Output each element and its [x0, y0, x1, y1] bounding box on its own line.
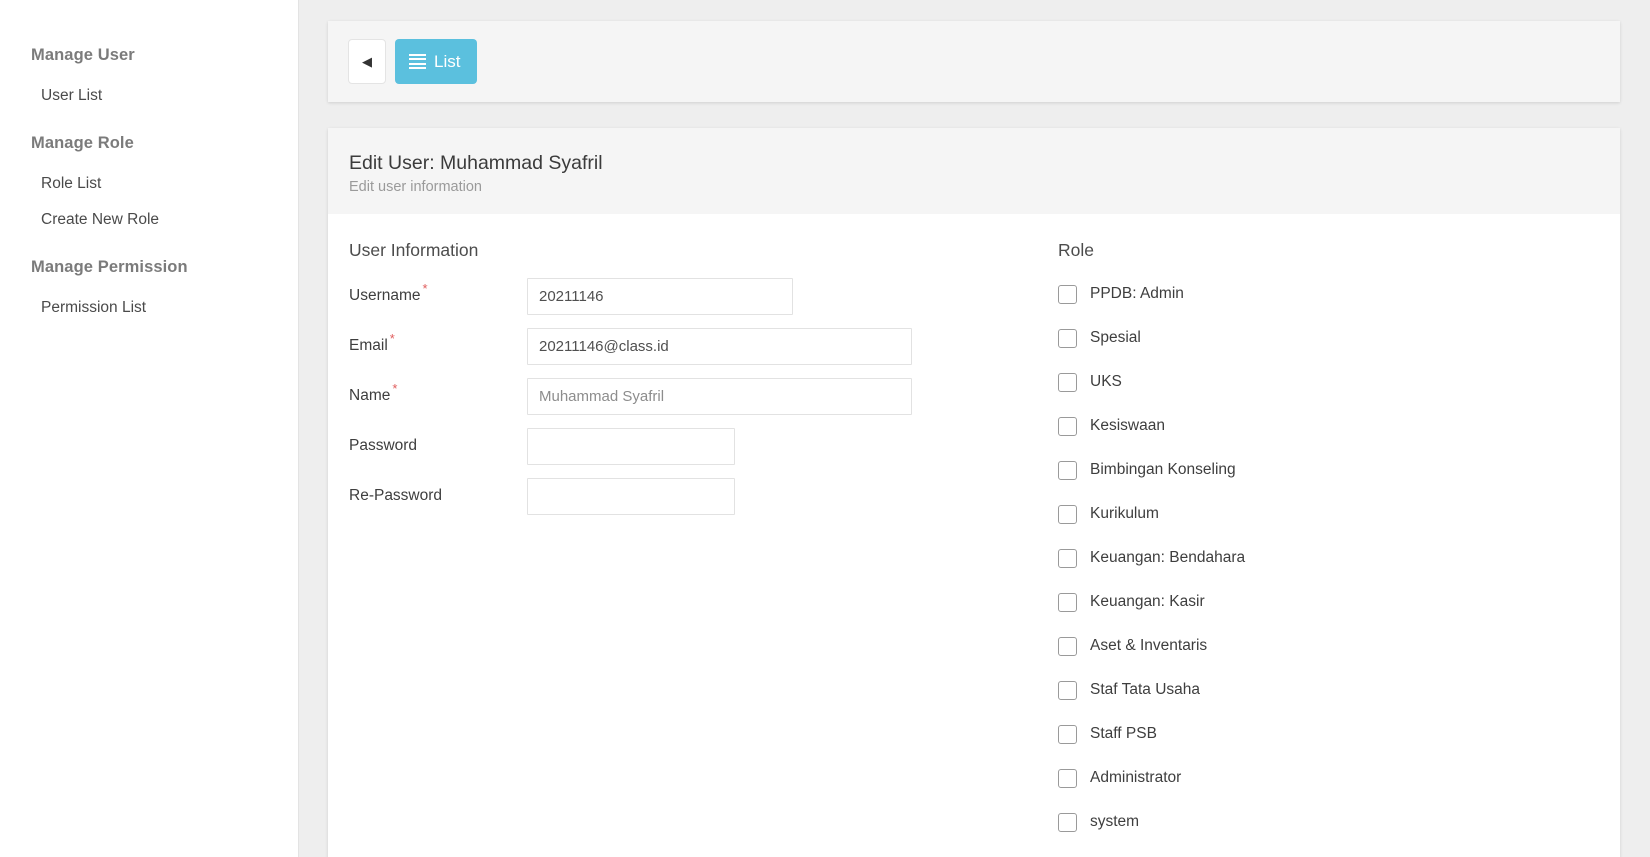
sidebar-item-user-list[interactable]: User List [0, 78, 298, 114]
role-checkbox[interactable] [1058, 725, 1077, 745]
main-content: ◀ List Edit User: Muhammad Syafril Edit … [299, 0, 1650, 857]
field-label: Name * [349, 382, 527, 406]
required-asterisk: * [422, 280, 428, 296]
role-item[interactable]: UKS [1058, 361, 1598, 405]
form-row: Username * [349, 277, 1055, 315]
card-body: User Information Username*Email*Name*Pas… [328, 213, 1620, 857]
edit-user-card: Edit User: Muhammad Syafril Edit user in… [328, 128, 1620, 857]
role-checkbox[interactable] [1058, 417, 1077, 437]
role-label: system [1090, 813, 1140, 831]
role-label: Aset & Inventaris [1090, 637, 1208, 655]
user-information-heading: User Information [349, 239, 479, 260]
field-label: Re-Password [349, 487, 527, 506]
role-item[interactable]: Keuangan: Bendahara [1058, 537, 1598, 581]
role-label: Keuangan: Bendahara [1090, 549, 1246, 567]
list-icon [409, 54, 426, 69]
sidebar-item-permission-list[interactable]: Permission List [0, 290, 298, 326]
page-title: Edit User: Muhammad Syafril [349, 152, 603, 174]
required-asterisk: * [392, 380, 398, 396]
role-item[interactable]: Staf Tata Usaha [1058, 669, 1598, 713]
toolbar-card: ◀ List [328, 21, 1620, 102]
role-heading: Role [1058, 239, 1094, 260]
password-input[interactable] [527, 427, 735, 465]
role-item[interactable]: Kurikulum [1058, 493, 1598, 537]
role-checkbox[interactable] [1058, 285, 1077, 305]
sidebar-group-title: Manage Permission [31, 258, 188, 276]
card-header: Edit User: Muhammad Syafril Edit user in… [328, 128, 1620, 214]
role-item[interactable]: Administrator [1058, 757, 1598, 801]
page-subtitle: Edit user information [349, 179, 482, 196]
role-item[interactable]: Kesiswaan [1058, 405, 1598, 449]
back-triangle-icon: ◀ [362, 53, 372, 69]
role-checkbox[interactable] [1058, 681, 1077, 701]
list-button[interactable]: List [395, 39, 478, 84]
field-label: Password [349, 437, 527, 456]
email-input[interactable] [527, 327, 912, 365]
role-label: Administrator [1090, 769, 1182, 787]
role-item[interactable]: Keuangan: Kasir [1058, 581, 1598, 625]
sidebar-item-role-list[interactable]: Role List [0, 166, 298, 202]
form-row: Email * [349, 327, 1055, 365]
role-label: Kesiswaan [1090, 417, 1165, 435]
role-label: UKS [1090, 373, 1122, 391]
role-label: Bimbingan Konseling [1090, 461, 1236, 479]
form-row: Re-Password [349, 477, 1055, 515]
field-label-text: Re-Password [349, 486, 443, 504]
sidebar-group-title: Manage Role [31, 134, 134, 152]
role-section: Role PPDB: Admin Spesial UKS Kesiswaan Bimbi… [1055, 240, 1598, 845]
list-button-label: List [434, 51, 461, 71]
role-label: Kurikulum [1090, 505, 1159, 523]
role-item[interactable]: Staff PSB [1058, 713, 1598, 757]
role-label: Staff PSB [1090, 725, 1157, 743]
field-label: Email * [349, 332, 527, 356]
role-checkbox[interactable] [1058, 769, 1077, 789]
user-form: Username*Email*Name*PasswordRe-Password [349, 277, 1055, 515]
role-checkbox[interactable] [1058, 549, 1077, 569]
role-item[interactable]: Bimbingan Konseling [1058, 449, 1598, 493]
role-label: Staf Tata Usaha [1090, 681, 1201, 699]
user-information-section: User Information Username*Email*Name*Pas… [349, 240, 1055, 528]
role-label: Keuangan: Kasir [1090, 593, 1205, 611]
sidebar: Manage User User List Manage Role Role List… [0, 0, 299, 857]
role-checkbox[interactable] [1058, 505, 1077, 525]
sidebar-item-create-new-role[interactable]: Create New Role [0, 202, 298, 238]
field-label-text: Name [349, 386, 391, 404]
role-checkbox-list: PPDB: Admin Spesial UKS Kesiswaan Bimbingan … [1058, 273, 1598, 845]
field-label: Username * [349, 282, 527, 306]
name-input[interactable] [527, 377, 912, 415]
field-label-text: Email [349, 336, 388, 354]
required-asterisk: * [389, 330, 395, 346]
sidebar-nav: Manage User User List Manage Role Role List… [0, 38, 298, 326]
role-label: Spesial [1090, 329, 1141, 347]
field-label-text: Username [349, 286, 421, 304]
back-button[interactable]: ◀ [348, 39, 386, 84]
username-input[interactable] [527, 277, 793, 315]
form-row: Name * [349, 377, 1055, 415]
role-checkbox[interactable] [1058, 373, 1077, 393]
role-checkbox[interactable] [1058, 329, 1077, 349]
field-label-text: Password [349, 436, 418, 454]
sidebar-group-title: Manage User [31, 46, 135, 64]
app-root: Manage User User List Manage Role Role List… [0, 0, 1650, 857]
role-checkbox[interactable] [1058, 461, 1077, 481]
role-item[interactable]: PPDB: Admin [1058, 273, 1598, 317]
re-password-input[interactable] [527, 477, 735, 515]
role-checkbox[interactable] [1058, 637, 1077, 657]
role-item[interactable]: Aset & Inventaris [1058, 625, 1598, 669]
role-checkbox[interactable] [1058, 813, 1077, 833]
role-checkbox[interactable] [1058, 593, 1077, 613]
role-item[interactable]: Spesial [1058, 317, 1598, 361]
role-item[interactable]: system [1058, 801, 1598, 845]
form-row: Password [349, 427, 1055, 465]
role-label: PPDB: Admin [1090, 285, 1184, 303]
